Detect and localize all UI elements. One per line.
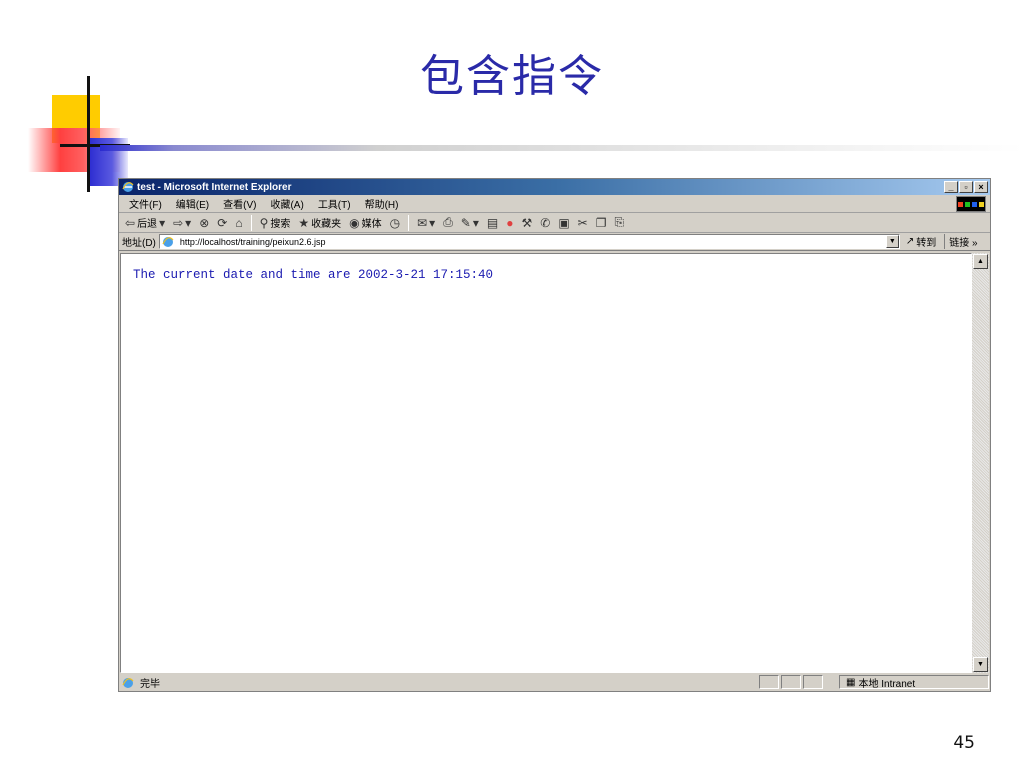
slide-title: 包含指令 bbox=[420, 51, 604, 102]
edit-button[interactable]: ✎ ▾ bbox=[458, 214, 482, 232]
vertical-scrollbar[interactable]: ▲ ▼ bbox=[972, 253, 989, 673]
search-label: 搜索 bbox=[270, 219, 291, 230]
tool-button[interactable]: ⚒ bbox=[518, 214, 535, 232]
title-divider-rule bbox=[100, 145, 1024, 151]
status-panels bbox=[759, 675, 823, 689]
security-zone: ▦ 本地 Intranet bbox=[839, 675, 989, 690]
zone-label: 本地 Intranet bbox=[858, 678, 916, 690]
media-button[interactable]: ◉ 媒体 bbox=[346, 214, 384, 232]
history-button[interactable]: ◷ bbox=[387, 214, 403, 232]
ie-icon bbox=[122, 182, 134, 192]
menu-help[interactable]: 帮助(H) bbox=[358, 196, 406, 211]
copy-button[interactable]: ❐ bbox=[593, 214, 610, 232]
toolbar-separator bbox=[408, 214, 410, 231]
tool-icon: ⚒ bbox=[521, 215, 533, 230]
forward-arrow-icon: ⇨ bbox=[173, 215, 184, 230]
back-button[interactable]: ⇦ 后退 ▾ bbox=[122, 214, 168, 232]
print-button[interactable]: ⎙ bbox=[440, 214, 456, 232]
menu-file[interactable]: 文件(F) bbox=[122, 196, 169, 211]
browser-window: test - Microsoft Internet Explorer _ ▫ ×… bbox=[118, 178, 991, 692]
paste-button[interactable]: ⎘ bbox=[611, 214, 627, 232]
menu-view[interactable]: 查看(V) bbox=[216, 196, 263, 211]
refresh-icon: ⟳ bbox=[217, 215, 228, 230]
back-label: 后退 bbox=[137, 219, 158, 230]
page-icon bbox=[162, 236, 174, 247]
intranet-icon: ▦ bbox=[846, 676, 856, 688]
back-arrow-icon: ⇦ bbox=[125, 215, 136, 230]
status-panel bbox=[781, 675, 801, 689]
paste-icon: ⎘ bbox=[614, 215, 625, 229]
window-controls: _ ▫ × bbox=[944, 181, 988, 193]
address-input[interactable]: http://localhost/training/peixun2.6.jsp … bbox=[158, 234, 900, 249]
page-number: 45 bbox=[953, 733, 975, 753]
close-button[interactable]: × bbox=[974, 181, 988, 193]
status-panel bbox=[759, 675, 779, 689]
dropdown-arrow-icon: ▾ bbox=[159, 215, 166, 230]
address-label: 地址(D) bbox=[122, 238, 156, 249]
stop-icon: ⊗ bbox=[199, 215, 210, 230]
discuss-button[interactable]: ▤ bbox=[484, 214, 501, 232]
stop-button[interactable]: ⊗ bbox=[196, 214, 212, 232]
history-icon: ◷ bbox=[389, 215, 401, 230]
scroll-up-button[interactable]: ▲ bbox=[973, 254, 988, 269]
messenger-icon: ● bbox=[506, 215, 514, 230]
windows-logo-icon bbox=[956, 196, 986, 212]
minimize-button[interactable]: _ bbox=[944, 181, 958, 193]
media-label: 媒体 bbox=[361, 219, 382, 230]
page-text: The current date and time are 2002-3-21 … bbox=[133, 268, 494, 282]
address-dropdown-button[interactable]: ▼ bbox=[885, 235, 899, 248]
status-panel bbox=[803, 675, 823, 689]
home-icon: ⌂ bbox=[235, 215, 243, 230]
scroll-down-button[interactable]: ▼ bbox=[973, 657, 988, 672]
page-content: The current date and time are 2002-3-21 … bbox=[120, 253, 972, 673]
media-icon: ◉ bbox=[349, 215, 360, 230]
favorites-label: 收藏夹 bbox=[311, 219, 342, 230]
forward-button[interactable]: ⇨ ▾ bbox=[170, 214, 194, 232]
menu-favorites[interactable]: 收藏(A) bbox=[263, 196, 310, 211]
maximize-button[interactable]: ▫ bbox=[959, 181, 973, 193]
home-button[interactable]: ⌂ bbox=[232, 214, 245, 232]
status-text: 完毕 bbox=[140, 679, 160, 690]
search-icon: ⚲ bbox=[259, 215, 269, 230]
frame-button[interactable]: ▣ bbox=[555, 214, 572, 232]
address-url: http://localhost/training/peixun2.6.jsp bbox=[179, 236, 326, 247]
standard-toolbar: ⇦ 后退 ▾ ⇨ ▾ ⊗ ⟳ ⌂ ⚲ 搜索 ★ 收藏夹 ◉ 媒体 ◷ ✉ ▾ ⎙ … bbox=[119, 213, 990, 233]
status-message: 完毕 bbox=[122, 675, 160, 690]
search-button[interactable]: ⚲ 搜索 bbox=[257, 214, 294, 232]
dropdown-arrow-icon: ▾ bbox=[185, 215, 192, 230]
print-icon: ⎙ bbox=[443, 215, 453, 229]
address-bar: 地址(D) http://localhost/training/peixun2.… bbox=[119, 233, 990, 251]
copy-icon: ❐ bbox=[595, 215, 607, 230]
window-titlebar[interactable]: test - Microsoft Internet Explorer _ ▫ × bbox=[119, 179, 990, 195]
mail-icon: ✉ bbox=[417, 215, 428, 230]
dropdown-arrow-icon: ▾ bbox=[472, 215, 479, 230]
window-title: test - Microsoft Internet Explorer bbox=[137, 181, 292, 193]
status-bar: 完毕 ▦ 本地 Intranet bbox=[119, 674, 990, 691]
done-icon bbox=[122, 677, 134, 688]
chat-icon: ✆ bbox=[540, 215, 551, 230]
frame-icon: ▣ bbox=[558, 215, 570, 230]
menu-tools[interactable]: 工具(T) bbox=[311, 196, 358, 211]
edit-icon: ✎ bbox=[460, 215, 471, 230]
chat-button[interactable]: ✆ bbox=[537, 214, 553, 232]
refresh-button[interactable]: ⟳ bbox=[214, 214, 230, 232]
mail-button[interactable]: ✉ ▾ bbox=[414, 214, 438, 232]
menu-bar: 文件(F) 编辑(E) 查看(V) 收藏(A) 工具(T) 帮助(H) bbox=[119, 195, 990, 213]
favorites-icon: ★ bbox=[298, 215, 310, 230]
messenger-button[interactable]: ● bbox=[503, 214, 516, 232]
favorites-button[interactable]: ★ 收藏夹 bbox=[295, 214, 344, 232]
go-button[interactable]: ↗ 转到 bbox=[906, 234, 936, 249]
dropdown-arrow-icon: ▾ bbox=[429, 215, 436, 230]
cut-icon: ✂ bbox=[577, 215, 588, 230]
toolbar-separator bbox=[250, 214, 252, 231]
links-button[interactable]: 链接 » bbox=[944, 234, 978, 249]
discuss-icon: ▤ bbox=[486, 215, 499, 230]
go-label: 转到 bbox=[916, 238, 937, 249]
cut-button[interactable]: ✂ bbox=[575, 214, 591, 232]
go-arrow-icon: ↗ bbox=[905, 236, 915, 247]
menu-edit[interactable]: 编辑(E) bbox=[169, 196, 216, 211]
